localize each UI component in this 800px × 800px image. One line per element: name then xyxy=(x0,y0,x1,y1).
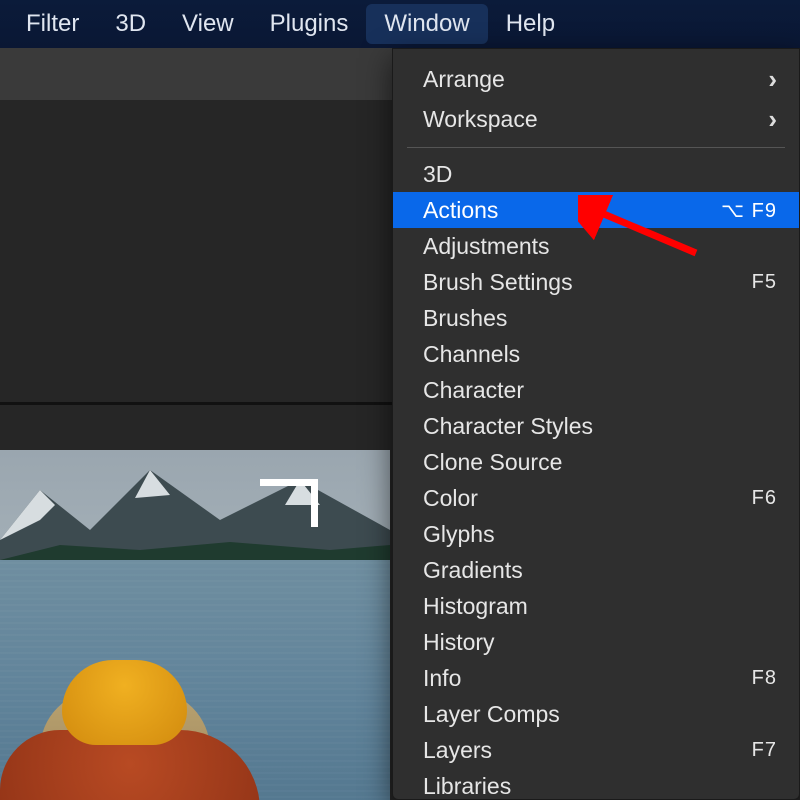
menu-item-character[interactable]: Character xyxy=(393,372,799,408)
menu-item-label: Brushes xyxy=(423,305,507,332)
menu-item-label: Clone Source xyxy=(423,449,562,476)
menu-item-clone-source[interactable]: Clone Source xyxy=(393,444,799,480)
menu-item-label: Color xyxy=(423,485,478,512)
menu-item-label: Adjustments xyxy=(423,233,550,260)
menu-item-actions[interactable]: Actions ⌥ F9 xyxy=(393,192,799,228)
menubar-item-help[interactable]: Help xyxy=(488,4,573,44)
menu-item-adjustments[interactable]: Adjustments xyxy=(393,228,799,264)
menu-item-label: Layers xyxy=(423,737,492,764)
photo-subject xyxy=(0,660,260,800)
crop-marker-icon[interactable] xyxy=(260,479,318,527)
menubar-item-3d[interactable]: 3D xyxy=(97,4,164,44)
menu-item-label: Arrange xyxy=(423,66,505,93)
chevron-right-icon: › xyxy=(768,104,777,135)
menu-item-label: Libraries xyxy=(423,773,511,800)
menu-separator xyxy=(407,147,785,148)
menu-item-layer-comps[interactable]: Layer Comps xyxy=(393,696,799,732)
menu-item-workspace[interactable]: Workspace › xyxy=(393,99,799,139)
menu-item-brush-settings[interactable]: Brush Settings F5 xyxy=(393,264,799,300)
menu-item-character-styles[interactable]: Character Styles xyxy=(393,408,799,444)
menu-shortcut: F7 xyxy=(752,739,777,762)
menu-item-label: Channels xyxy=(423,341,520,368)
menu-item-info[interactable]: Info F8 xyxy=(393,660,799,696)
menu-shortcut: F5 xyxy=(752,271,777,294)
menu-item-label: Gradients xyxy=(423,557,523,584)
menubar-item-filter[interactable]: Filter xyxy=(8,4,97,44)
menu-item-label: Histogram xyxy=(423,593,528,620)
menu-item-label: History xyxy=(423,629,495,656)
menu-item-layers[interactable]: Layers F7 xyxy=(393,732,799,768)
menu-item-color[interactable]: Color F6 xyxy=(393,480,799,516)
document-canvas[interactable] xyxy=(0,450,390,800)
menu-item-histogram[interactable]: Histogram xyxy=(393,588,799,624)
menubar-item-plugins[interactable]: Plugins xyxy=(252,4,367,44)
menu-item-history[interactable]: History xyxy=(393,624,799,660)
menu-item-label: Character xyxy=(423,377,524,404)
menu-item-glyphs[interactable]: Glyphs xyxy=(393,516,799,552)
menu-item-label: 3D xyxy=(423,161,452,188)
menubar: Filter3DViewPluginsWindowHelp xyxy=(0,0,800,48)
menu-shortcut: F8 xyxy=(752,667,777,690)
menu-item-label: Character Styles xyxy=(423,413,593,440)
menu-item-brushes[interactable]: Brushes xyxy=(393,300,799,336)
menu-item-label: Brush Settings xyxy=(423,269,573,296)
menu-item-channels[interactable]: Channels xyxy=(393,336,799,372)
menubar-item-view[interactable]: View xyxy=(164,4,252,44)
menu-item-label: Workspace xyxy=(423,106,538,133)
menu-item-label: Layer Comps xyxy=(423,701,560,728)
menu-item-3d[interactable]: 3D xyxy=(393,156,799,192)
menu-item-label: Glyphs xyxy=(423,521,495,548)
menubar-item-window[interactable]: Window xyxy=(366,4,487,44)
menu-shortcut: F6 xyxy=(752,487,777,510)
chevron-right-icon: › xyxy=(768,64,777,95)
menu-item-label: Actions xyxy=(423,197,498,224)
menu-item-gradients[interactable]: Gradients xyxy=(393,552,799,588)
menu-item-label: Info xyxy=(423,665,461,692)
menu-item-arrange[interactable]: Arrange › xyxy=(393,59,799,99)
window-menu-dropdown: Arrange › Workspace › 3D Actions ⌥ F9 Adjustmen… xyxy=(392,48,800,800)
menu-shortcut: ⌥ F9 xyxy=(721,198,777,223)
menu-item-libraries[interactable]: Libraries xyxy=(393,768,799,800)
